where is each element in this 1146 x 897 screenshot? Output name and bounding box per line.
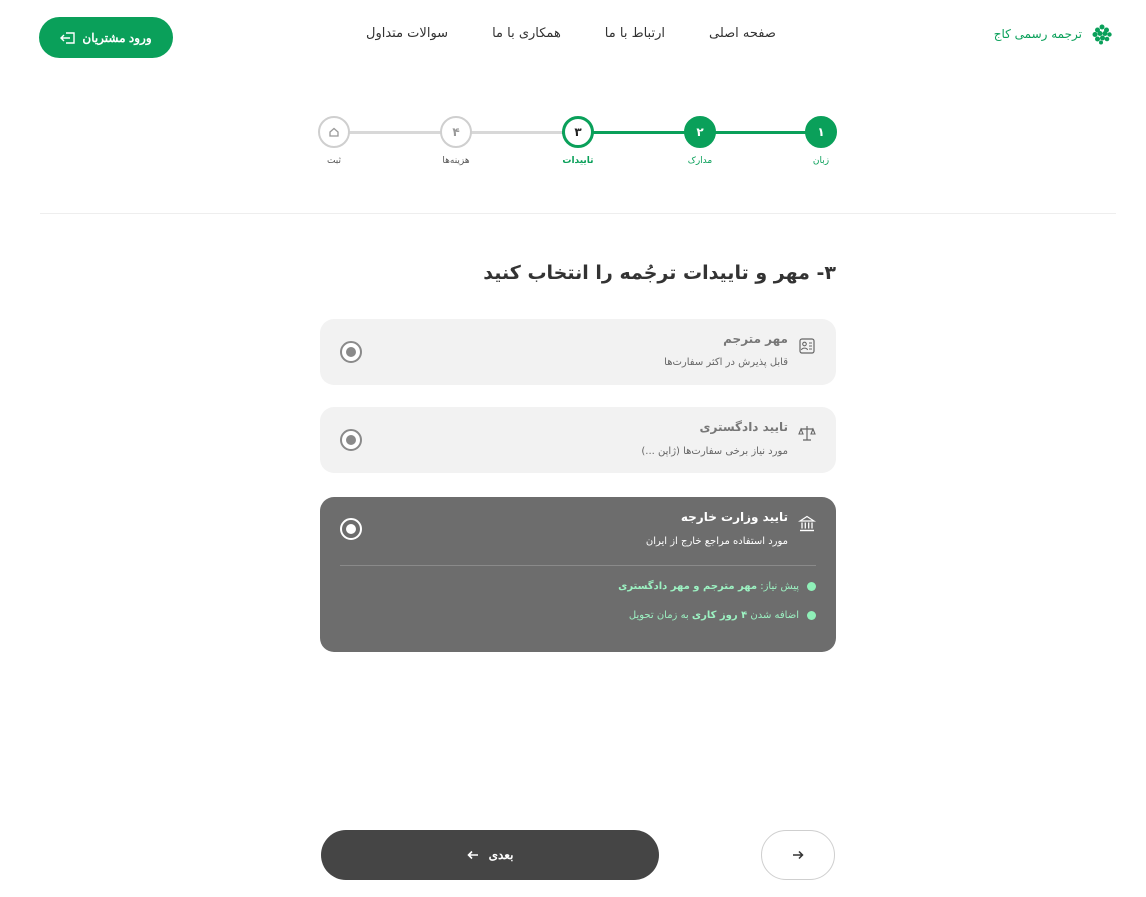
option-radio[interactable] (340, 518, 362, 540)
ministry-building-icon (798, 515, 816, 532)
nav-contact[interactable]: ارتباط با ما (605, 26, 665, 41)
login-arrow-icon (60, 31, 76, 44)
translator-stamp-icon (799, 338, 815, 354)
note-prefix: پیش نیاز: (760, 581, 799, 592)
step-label: ثبت (326, 156, 342, 166)
option-foreign-ministry[interactable]: تایید وزارت خارجه مورد استفاده مراجع خار… (320, 497, 836, 652)
option-note-prerequisite: پیش نیاز: مهر مترجم و مهر دادگستری (618, 581, 816, 592)
option-title: مهر مترجم (723, 332, 788, 346)
step-circle: ۲ (684, 116, 716, 148)
note-prefix: اضافه شدن (750, 610, 799, 621)
note-text: پیش نیاز: مهر مترجم و مهر دادگستری (618, 581, 799, 592)
bullet-dot (807, 582, 816, 591)
scale-icon (798, 426, 816, 441)
radio-dot (346, 435, 356, 445)
option-title: تایید دادگستری (699, 420, 788, 434)
step-label: هزینه‌ها (442, 156, 470, 166)
option-radio[interactable] (340, 429, 362, 451)
note-suffix: به زمان تحویل (628, 610, 689, 621)
step-label: زبان (812, 156, 830, 166)
next-button[interactable]: بعدی (321, 830, 659, 880)
step-language: ۱ زبان (791, 116, 851, 166)
arrow-right-icon (793, 850, 804, 860)
option-subtitle: مورد استفاده مراجع خارج از ایران (645, 536, 788, 547)
home-icon (329, 127, 339, 137)
nav-faq[interactable]: سوالات متداول (366, 26, 448, 41)
step-label: مدارک (687, 156, 713, 166)
option-subtitle: قابل پذیرش در اکثر سفارت‌ها (664, 357, 788, 368)
option-divider (340, 565, 816, 566)
page-title: ۳- مهر و تاییدات ترجُمه را انتخاب کنید (483, 262, 836, 284)
login-button-label: ورود مشتریان (82, 30, 152, 45)
pinecone-logo-icon (1092, 24, 1112, 45)
step-circle: ۱ (805, 116, 837, 148)
nav-home[interactable]: صفحه اصلی (709, 26, 776, 41)
note-highlight: مهر مترجم و مهر دادگستری (618, 581, 758, 592)
option-title: تایید وزارت خارجه (680, 510, 788, 524)
bullet-dot (807, 611, 816, 620)
logo[interactable]: ترجمه رسمی کاج (994, 22, 1114, 46)
step-label: تاییدات (562, 156, 594, 166)
header-divider (40, 213, 1116, 214)
step-circle: ۳ (562, 116, 594, 148)
progress-stepper: ثبت ۴ هزینه‌ها ۳ تاییدات ۲ مدارک ۱ زبان (318, 116, 838, 176)
arrow-left-icon (466, 850, 478, 860)
next-button-label: بعدی (488, 848, 514, 862)
main-nav: صفحه اصلی ارتباط با ما همکاری با ما سوال… (366, 26, 776, 41)
step-submit: ثبت (304, 116, 364, 166)
note-highlight: ۴ روز کاری (691, 610, 748, 621)
header: ترجمه رسمی کاج صفحه اصلی ارتباط با ما هم… (0, 0, 1146, 76)
logo-text: ترجمه رسمی کاج (993, 27, 1082, 41)
note-text: اضافه شدن ۴ روز کاری به زمان تحویل (629, 610, 799, 621)
radio-dot (346, 347, 356, 357)
step-circle (318, 116, 350, 148)
step-documents: ۲ مدارک (670, 116, 730, 166)
customer-login-button[interactable]: ورود مشتریان (39, 17, 173, 58)
step-approvals: ۳ تاییدات (548, 116, 608, 166)
option-radio[interactable] (340, 341, 362, 363)
nav-cooperation[interactable]: همکاری با ما (492, 26, 561, 41)
step-circle: ۴ (440, 116, 472, 148)
option-translator-stamp[interactable]: مهر مترجم قابل پذیرش در اکثر سفارت‌ها (320, 319, 836, 385)
option-subtitle: مورد نیاز برخی سفارت‌ها (ژاپن ...) (641, 446, 788, 457)
step-costs: ۴ هزینه‌ها (426, 116, 486, 166)
radio-dot (346, 524, 356, 534)
back-button[interactable] (761, 830, 835, 880)
option-note-delivery-time: اضافه شدن ۴ روز کاری به زمان تحویل (629, 610, 816, 621)
option-court-approval[interactable]: تایید دادگستری مورد نیاز برخی سفارت‌ها (… (320, 407, 836, 473)
